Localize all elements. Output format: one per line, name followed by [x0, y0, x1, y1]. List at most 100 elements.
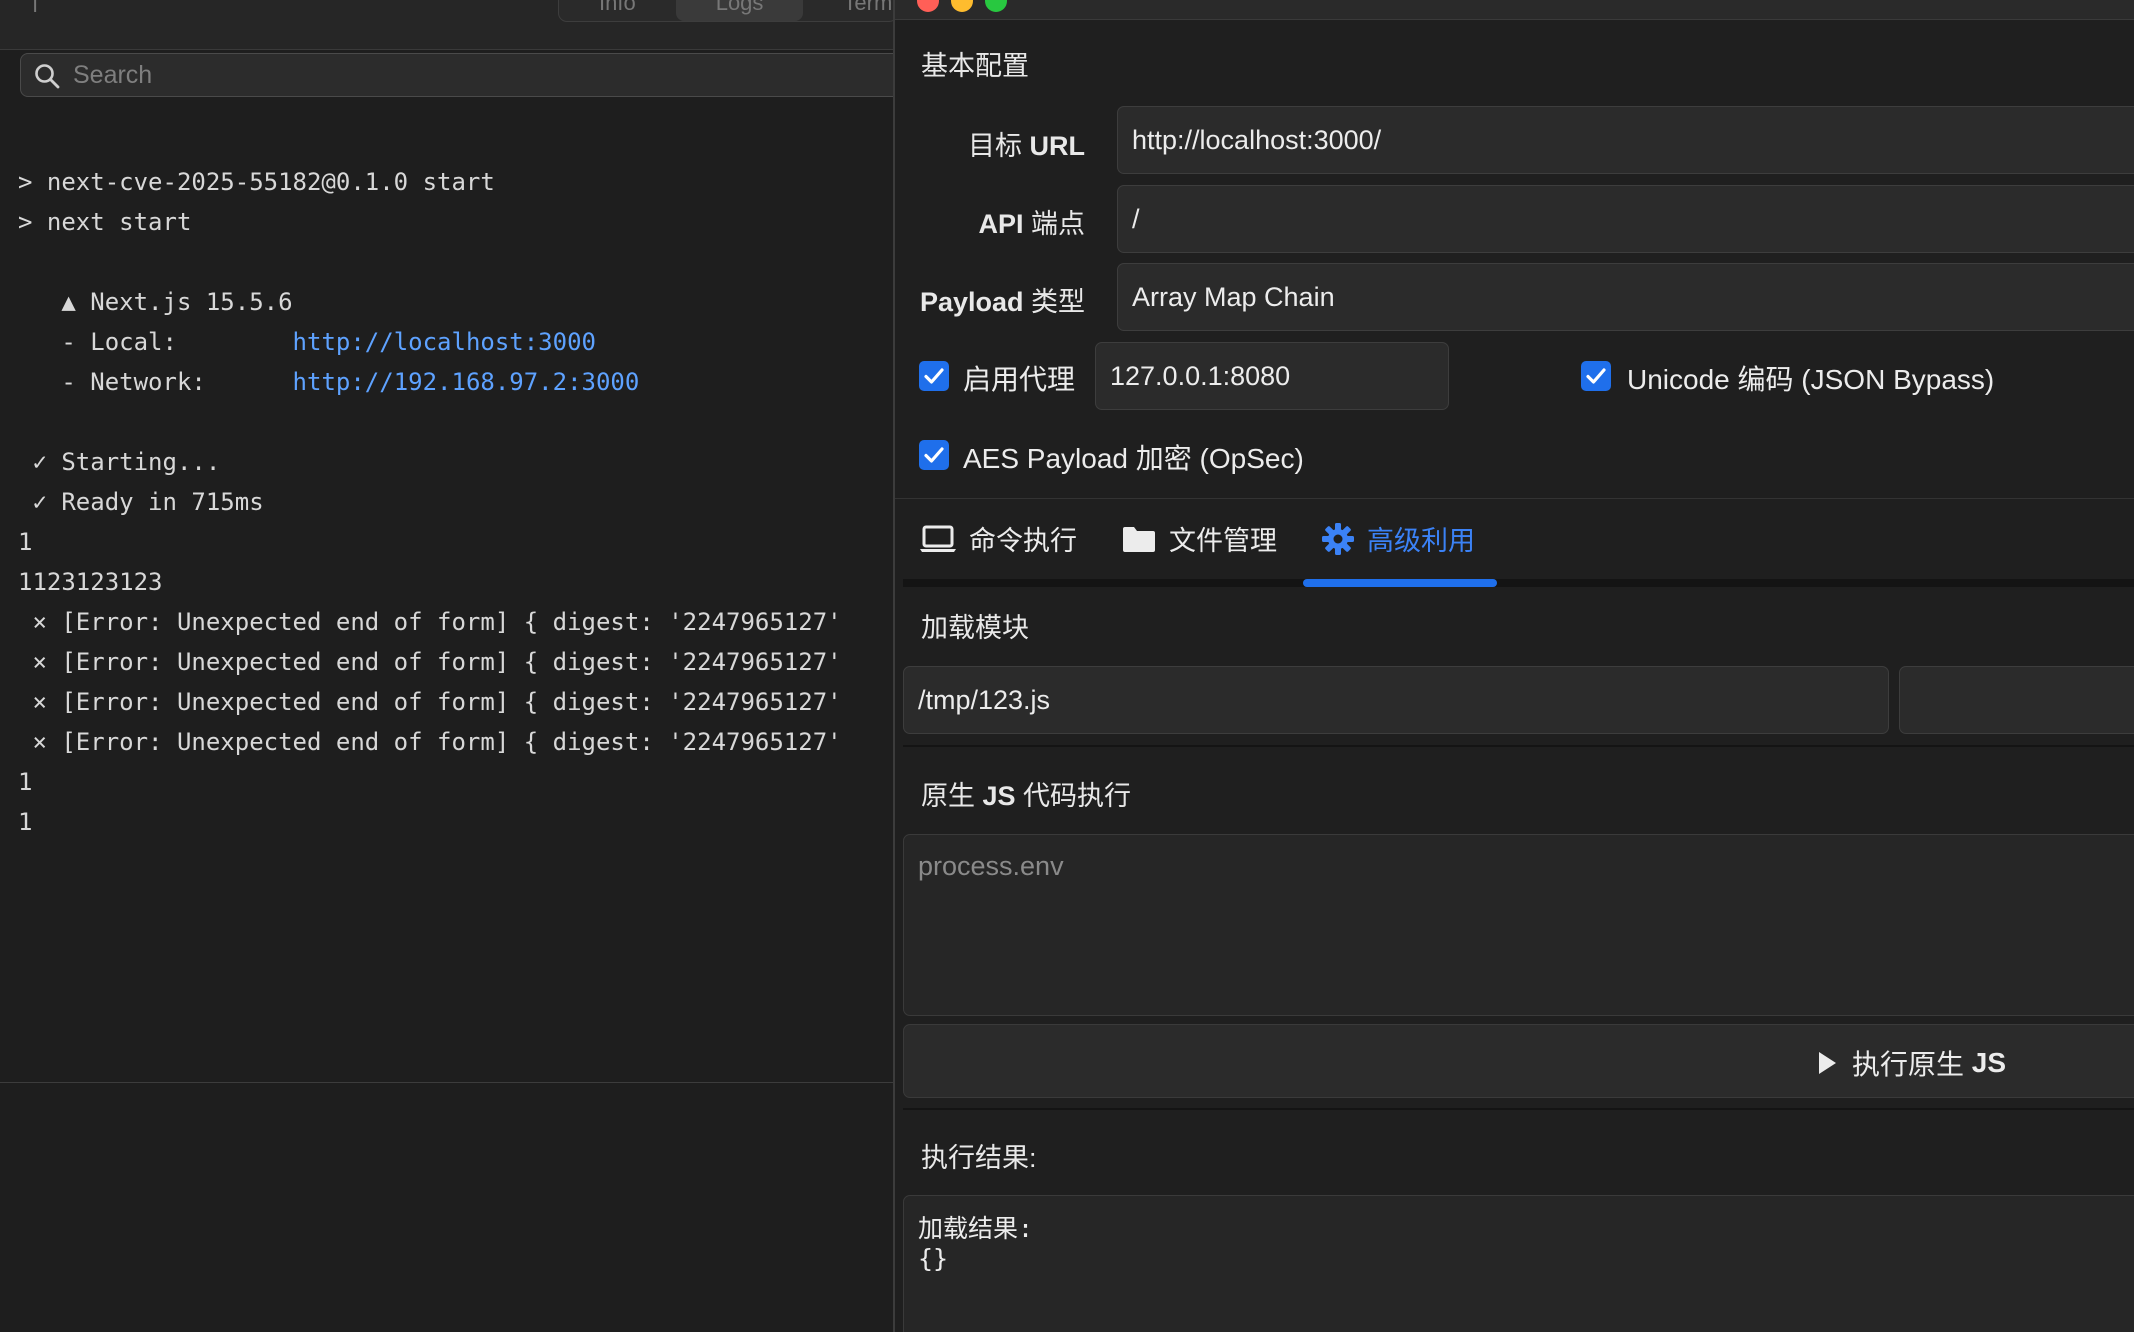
proxy-label: 启用代理: [963, 364, 1076, 395]
mode-tabs: 命令执行 文件管理 高级利用: [895, 498, 2134, 588]
checkmark-icon: [924, 447, 944, 463]
log-line: 1: [18, 802, 893, 842]
laptop-icon: [920, 525, 956, 552]
log-line-text: ✓ Ready in 715ms: [18, 488, 264, 516]
log-line-text: 1: [18, 808, 33, 836]
checkmark-icon: [1586, 368, 1606, 384]
unicode-checkbox[interactable]: [1581, 361, 1611, 391]
search-icon: [35, 64, 60, 89]
active-tab-indicator: [1303, 579, 1497, 587]
log-line-text: 1: [18, 768, 33, 796]
log-line-link[interactable]: http://192.168.97.2:3000: [293, 368, 640, 396]
target-url-label-text: 目标: [967, 131, 1030, 161]
log-line-text: > next start: [18, 208, 192, 236]
log-line: ⨯ [Error: Unexpected end of form] { dige…: [18, 682, 893, 722]
native-js-title: 原生 JS 代码执行: [921, 774, 1131, 813]
terminal-pane: | Info Logs Terminal > next-cve-2025-551…: [0, 0, 893, 1332]
log-line: > next-cve-2025-55182@0.1.0 start: [18, 162, 893, 202]
native-js-title-bold: JS: [982, 781, 1016, 811]
log-line-link[interactable]: http://localhost:3000: [293, 328, 596, 356]
tab-file-manager-label: 文件管理: [1169, 526, 1277, 556]
execute-js-label: 执行原生: [1852, 1049, 1972, 1080]
section-divider: [903, 745, 2134, 747]
unicode-label: Unicode 编码 (JSON Bypass): [1627, 364, 1995, 395]
payload-label-bold: Payload: [919, 287, 1024, 317]
tab-advanced[interactable]: 高级利用: [1321, 519, 1475, 563]
log-line: ⨯ [Error: Unexpected end of form] { dige…: [18, 602, 893, 642]
log-line: - Network: http://192.168.97.2:3000: [18, 362, 893, 402]
log-line-text: ⨯ [Error: Unexpected end of form] { dige…: [18, 608, 842, 636]
log-line: ▲ Next.js 15.5.6: [18, 282, 893, 322]
log-output[interactable]: > next-cve-2025-55182@0.1.0 start > next …: [0, 98, 893, 1083]
checkmark-icon: [924, 368, 944, 384]
tabs-underline: [903, 579, 2134, 587]
log-line: > next start: [18, 202, 893, 242]
proxy-address-input[interactable]: [1095, 342, 1449, 410]
view-switcher: Info Logs Terminal: [558, 0, 893, 22]
module-path-input[interactable]: [903, 666, 1889, 734]
play-icon: [1819, 1052, 1836, 1074]
section-divider: [903, 1108, 2134, 1110]
result-output[interactable]: 加载结果: {}: [903, 1195, 2134, 1332]
execute-js-button-content: 执行原生 JS: [1816, 1043, 2006, 1083]
load-module-title: 加载模块: [921, 613, 1029, 643]
log-line: ⨯ [Error: Unexpected end of form] { dige…: [18, 642, 893, 682]
log-line: 1: [18, 762, 893, 802]
log-line-text: 1: [18, 528, 33, 556]
target-url-input[interactable]: [1117, 106, 2134, 174]
tab-command-exec-label: 命令执行: [969, 526, 1077, 556]
log-line: - Local: http://localhost:3000: [18, 322, 893, 362]
execute-js-label-bold: JS: [1971, 1047, 2007, 1078]
js-code-textarea[interactable]: [903, 834, 2134, 1016]
tab-advanced-label: 高级利用: [1367, 526, 1475, 556]
log-line-text: ⨯ [Error: Unexpected end of form] { dige…: [18, 648, 842, 676]
log-line-text: 1123123123: [18, 568, 163, 596]
aes-checkbox[interactable]: [919, 440, 949, 470]
log-line: ✓ Ready in 715ms: [18, 482, 893, 522]
log-line: 1123123123: [18, 562, 893, 602]
basic-config-title: 基本配置: [921, 51, 1029, 81]
tab-logs[interactable]: Logs: [675, 0, 804, 21]
log-line-text: ⨯ [Error: Unexpected end of form] { dige…: [18, 688, 842, 716]
execute-js-button[interactable]: 执行原生 JS: [903, 1024, 2134, 1098]
target-url-label-bold: URL: [1029, 131, 1086, 161]
tabbar-separator: |: [32, 0, 38, 14]
search-input[interactable]: [73, 54, 873, 96]
log-line-text: ▲ Next.js 15.5.6: [18, 288, 293, 316]
tab-info[interactable]: Info: [559, 0, 676, 21]
tab-terminal[interactable]: Terminal: [803, 0, 893, 21]
api-label-bold: API: [978, 209, 1024, 239]
exploit-tool-window: 基本配置 目标 URL API 端点 Payload 类型 Array Map …: [893, 0, 2134, 1332]
api-endpoint-label: API 端点: [895, 202, 1085, 241]
log-line: ✓ Starting...: [18, 442, 893, 482]
log-line: 1: [18, 522, 893, 562]
log-line-text: ⨯ [Error: Unexpected end of form] { dige…: [18, 728, 842, 756]
proxy-checkbox[interactable]: [919, 361, 949, 391]
log-search-box[interactable]: [20, 53, 893, 97]
log-line-text: - Local:: [18, 328, 293, 356]
payload-label-text: 类型: [1023, 287, 1085, 317]
minimize-window-button[interactable]: [951, 0, 973, 12]
payload-type-label: Payload 类型: [895, 280, 1085, 319]
window-titlebar: [895, 0, 2134, 20]
payload-type-select[interactable]: Array Map Chain: [1117, 263, 2134, 331]
load-module-button[interactable]: [1899, 666, 2134, 734]
log-line: ⨯ [Error: Unexpected end of form] { dige…: [18, 722, 893, 762]
log-line-text: - Network:: [18, 368, 293, 396]
close-window-button[interactable]: [917, 0, 939, 12]
target-url-label: 目标 URL: [895, 124, 1086, 163]
tab-file-manager[interactable]: 文件管理: [1121, 519, 1277, 563]
result-title: 执行结果:: [921, 1143, 1037, 1173]
native-js-title-prefix: 原生: [921, 781, 983, 811]
tab-command-exec[interactable]: 命令执行: [919, 519, 1077, 563]
api-label-text: 端点: [1023, 209, 1085, 239]
folder-icon: [1123, 526, 1155, 552]
api-endpoint-input[interactable]: [1117, 185, 2134, 253]
log-tab-bar: | Info Logs Terminal: [0, 0, 893, 50]
log-line-text: ✓ Starting...: [18, 448, 221, 476]
payload-type-value: Array Map Chain: [1132, 282, 1335, 312]
log-line-text: > next-cve-2025-55182@0.1.0 start: [18, 168, 495, 196]
maximize-window-button[interactable]: [985, 0, 1007, 12]
